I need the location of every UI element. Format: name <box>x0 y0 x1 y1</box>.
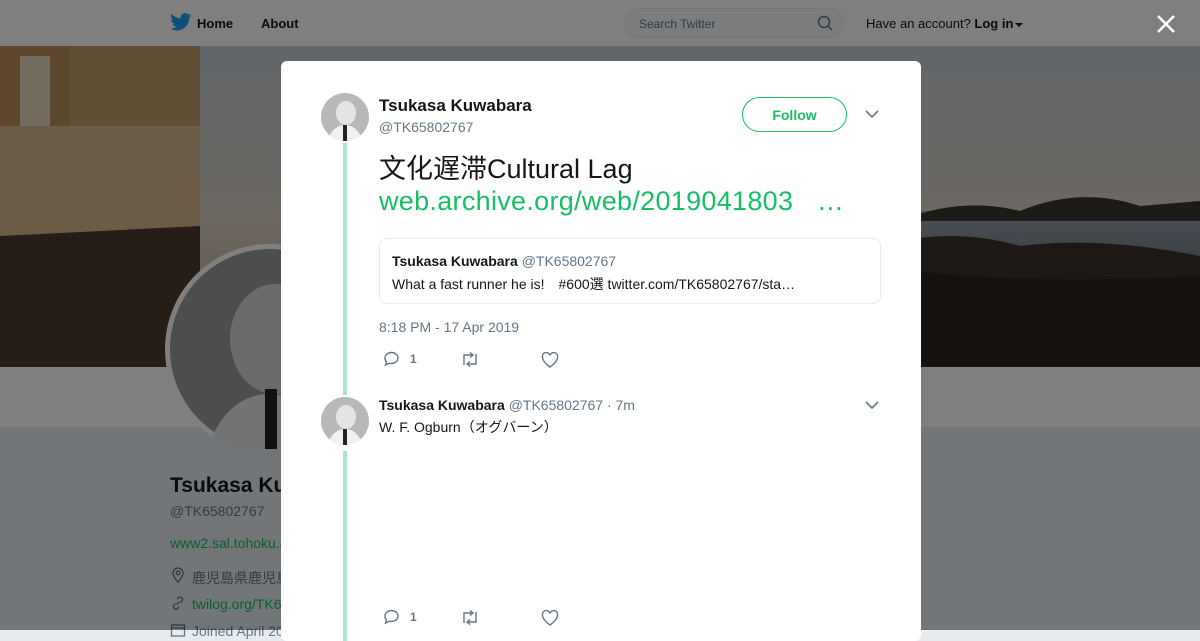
quoted-author-handle: @TK65802767 <box>521 253 617 269</box>
quoted-tweet[interactable]: Tsukasa Kuwabara @TK65802767 What a fast… <box>379 238 881 304</box>
author-avatar[interactable] <box>321 93 369 141</box>
tweet-author-name[interactable]: Tsukasa Kuwabara <box>379 96 532 116</box>
reply-thread-line <box>343 451 347 641</box>
retweet-icon[interactable] <box>460 610 480 625</box>
retweet-icon[interactable] <box>460 352 480 367</box>
tweet-link-ellipsis[interactable]: … <box>817 186 844 216</box>
reply-text: W. F. Ogburn（オグバーン） <box>379 419 558 435</box>
reply-author-name[interactable]: Tsukasa Kuwabara <box>379 397 505 413</box>
reply-icon[interactable] <box>383 609 400 625</box>
reply-header: Tsukasa Kuwabara @TK65802767 · 7m <box>379 397 635 413</box>
tweet-author-handle[interactable]: @TK65802767 <box>379 119 473 135</box>
reply-reply-count: 1 <box>410 610 417 624</box>
tweet-body: 文化遅滞Cultural Lag <box>379 154 633 184</box>
like-icon[interactable] <box>541 352 559 368</box>
tweet-permalink-modal: Tsukasa Kuwabara @TK65802767 Follow 文化遅滞… <box>281 61 921 641</box>
tweet-timestamp[interactable]: 8:18 PM - 17 Apr 2019 <box>379 319 519 335</box>
reply-action[interactable]: 1 <box>383 351 417 367</box>
reply-icon[interactable] <box>383 351 400 367</box>
reply-chevron-down-icon[interactable] <box>865 400 879 410</box>
reply-count: 1 <box>410 352 417 366</box>
like-icon[interactable] <box>541 610 559 626</box>
thread-connector-line <box>343 143 347 395</box>
close-icon[interactable] <box>1154 12 1178 36</box>
reply-time[interactable]: · 7m <box>607 397 635 413</box>
reply-author-avatar[interactable] <box>321 397 369 445</box>
chevron-down-icon[interactable] <box>865 109 879 119</box>
quoted-tweet-text: What a fast runner he is! #600選 twitter.… <box>392 276 796 292</box>
tweet-text: 文化遅滞Cultural Lag web.archive.org/web/201… <box>379 153 879 217</box>
tweet-link[interactable]: web.archive.org/web/2019041803 <box>379 186 793 216</box>
follow-button[interactable]: Follow <box>742 97 847 132</box>
quoted-author-name: Tsukasa Kuwabara <box>392 253 518 269</box>
reply-reply-action[interactable]: 1 <box>383 609 417 625</box>
reply-author-handle[interactable]: @TK65802767 <box>509 397 603 413</box>
